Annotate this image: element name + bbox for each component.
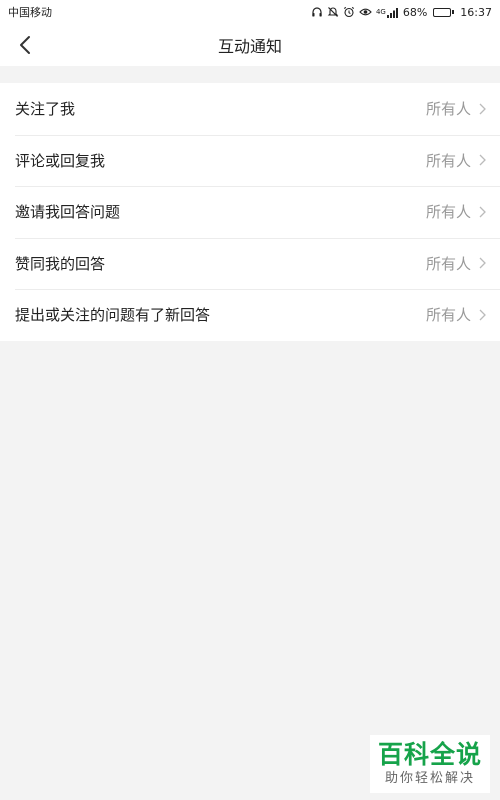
signal-icon: 4G <box>376 5 399 19</box>
setting-row-new-answer[interactable]: 提出或关注的问题有了新回答 所有人 <box>0 289 500 341</box>
setting-row-upvote-answer[interactable]: 赞同我的回答 所有人 <box>0 237 500 290</box>
watermark-logo: 百科全说 助你轻松解决 <box>370 735 490 793</box>
back-arrow-icon <box>20 36 30 54</box>
network-label: 4G <box>375 7 386 16</box>
chevron-right-icon <box>479 103 486 115</box>
status-bar: 中国移动 4G 68% 16:37 <box>0 0 500 24</box>
setting-label: 邀请我回答问题 <box>15 203 121 222</box>
clock: 16:37 <box>460 5 492 19</box>
setting-value: 所有人 <box>425 203 471 222</box>
setting-label: 关注了我 <box>15 100 76 119</box>
page-title: 互动通知 <box>217 37 282 56</box>
watermark-title: 百科全说 <box>377 740 482 769</box>
carrier-label: 中国移动 <box>8 6 52 19</box>
setting-value: 所有人 <box>425 151 471 170</box>
setting-row-invite-answer[interactable]: 邀请我回答问题 所有人 <box>0 186 500 238</box>
battery-icon <box>433 7 455 17</box>
eye-icon <box>359 5 372 19</box>
setting-row-comment-reply[interactable]: 评论或回复我 所有人 <box>0 134 500 187</box>
setting-value: 所有人 <box>425 254 471 273</box>
chevron-right-icon <box>479 309 486 321</box>
headphones-icon <box>311 5 323 19</box>
settings-list: 关注了我 所有人 评论或回复我 所有人 邀请我回答问题 所有人 赞同我的回答 所… <box>0 83 500 341</box>
setting-label: 赞同我的回答 <box>15 254 106 273</box>
mute-icon <box>327 5 339 19</box>
battery-percent: 68% <box>402 5 428 19</box>
setting-label: 评论或回复我 <box>15 151 106 170</box>
status-icons: 4G 68% 16:37 <box>311 5 492 19</box>
setting-value: 所有人 <box>425 306 471 325</box>
setting-value: 所有人 <box>425 100 471 119</box>
setting-label: 提出或关注的问题有了新回答 <box>15 306 211 325</box>
setting-row-follow-me[interactable]: 关注了我 所有人 <box>0 83 500 135</box>
watermark-subtitle: 助你轻松解决 <box>384 771 475 786</box>
nav-bar: 互动通知 <box>0 24 500 66</box>
back-button[interactable] <box>8 28 42 62</box>
chevron-right-icon <box>479 154 486 166</box>
chevron-right-icon <box>479 257 486 269</box>
chevron-right-icon <box>479 206 486 218</box>
alarm-icon <box>343 5 355 19</box>
